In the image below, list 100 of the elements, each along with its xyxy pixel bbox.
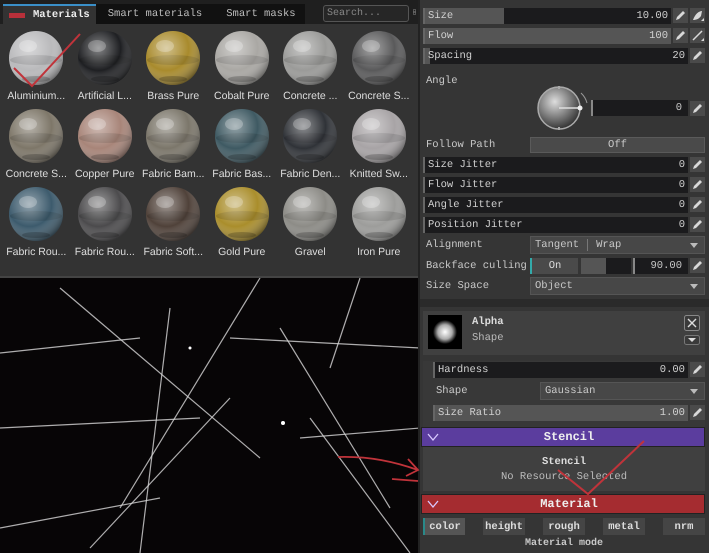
pen-icon[interactable] <box>690 48 705 63</box>
material-name[interactable]: Brass Pure <box>147 90 200 102</box>
field-label: Size Space <box>425 280 490 292</box>
slider-label: Position Jitter <box>428 218 523 230</box>
slider-fill[interactable] <box>425 8 504 24</box>
header-title: Stencil <box>542 430 596 444</box>
brush-icon[interactable] <box>690 8 705 23</box>
toggle-button[interactable]: Off <box>530 136 705 152</box>
material-name[interactable]: Concrete S... <box>6 168 67 180</box>
close-icon[interactable] <box>684 315 700 331</box>
pen-icon[interactable] <box>690 217 705 232</box>
field-label: Angle <box>425 74 459 87</box>
field-label: Follow Path <box>425 138 496 150</box>
chevron-icon <box>427 433 439 441</box>
material-name[interactable]: Knitted Sw... <box>350 168 408 180</box>
dropdown[interactable]: Object <box>530 277 705 295</box>
material-name[interactable]: Fabric Rou... <box>74 246 135 258</box>
material-name[interactable]: Concrete ... <box>283 90 338 102</box>
slider-value: 0 <box>678 158 685 170</box>
slider-label: Spacing <box>428 50 472 62</box>
alpha-thumbnail[interactable] <box>428 315 462 349</box>
tab[interactable]: Smart materials <box>96 4 214 24</box>
material-name[interactable]: Iron Pure <box>357 246 400 258</box>
material-name[interactable]: Fabric Rou... <box>6 246 66 258</box>
header-title: Material <box>539 497 599 511</box>
slider-label: Angle Jitter <box>428 198 504 210</box>
slider-value: 10.00 <box>636 10 668 22</box>
slider[interactable]: Spacing 20 <box>423 48 688 64</box>
slider[interactable]: Angle Jitter 0 <box>423 196 688 212</box>
slider[interactable]: Size 10.00 <box>423 8 671 24</box>
pen-icon[interactable] <box>690 100 705 116</box>
dropdown-value: Wrap <box>596 239 622 251</box>
slider-value: 20 <box>672 50 685 62</box>
channel-button[interactable]: metal <box>603 518 645 535</box>
slider-fill[interactable] <box>425 48 430 64</box>
material-name[interactable]: Concrete S... <box>348 90 410 102</box>
number-field[interactable]: 0 <box>591 100 688 116</box>
slider-value: 0.00 <box>660 364 685 376</box>
alpha-title: Alpha <box>472 316 505 328</box>
field-label: Shape <box>435 385 469 397</box>
section-header[interactable]: Material <box>421 494 705 514</box>
slider[interactable]: Hardness 0.00 <box>433 362 688 378</box>
pen-icon[interactable] <box>690 157 705 172</box>
channel-button[interactable]: color <box>423 518 465 535</box>
chevron-icon <box>427 500 439 508</box>
material-name[interactable]: Fabric Bam... <box>142 168 204 180</box>
material-name[interactable]: Fabric Bas... <box>212 168 272 180</box>
material-name[interactable]: Cobalt Pure <box>214 90 270 102</box>
slider-value: 1.00 <box>660 406 685 418</box>
section-header[interactable]: Stencil <box>421 427 705 447</box>
material-name[interactable]: Aluminium... <box>7 90 66 102</box>
stencil-title: Stencil <box>542 456 586 468</box>
pen-icon[interactable] <box>690 258 705 273</box>
tab[interactable]: Smart masks <box>214 4 308 24</box>
slider-label: Size Ratio <box>438 406 502 418</box>
slider-value: 0 <box>678 178 685 190</box>
material-name[interactable]: Gold Pure <box>218 246 266 258</box>
section-label: Material mode <box>524 538 604 549</box>
dropdown-icon[interactable] <box>684 335 700 345</box>
slider[interactable]: Size Jitter 0 <box>423 156 688 172</box>
tab[interactable]: Materials <box>3 4 96 24</box>
dropdown-value: Tangent <box>535 239 580 251</box>
slider-label: Size Jitter <box>428 158 498 170</box>
pen-icon[interactable] <box>690 197 705 212</box>
check-mark <box>13 33 81 88</box>
channel-button[interactable]: nrm <box>663 518 705 535</box>
caret-icon <box>690 388 698 394</box>
slider-value: 0 <box>678 198 685 210</box>
pen-icon[interactable] <box>690 362 705 377</box>
slider-label: Hardness <box>438 364 488 376</box>
search-field[interactable]: Search... <box>323 5 409 22</box>
field-label: Alignment <box>425 239 484 251</box>
material-name[interactable]: Fabric Soft... <box>143 246 204 258</box>
slider-label: Flow <box>428 30 454 42</box>
slider[interactable]: Flow 100 <box>423 28 671 44</box>
slider-fill[interactable] <box>581 258 606 274</box>
slider-value: 100 <box>649 30 668 42</box>
channel-button[interactable]: height <box>483 518 525 535</box>
material-name[interactable]: Fabric Den... <box>280 168 340 180</box>
slider[interactable]: Position Jitter 0 <box>423 216 688 232</box>
dropdown[interactable]: Gaussian <box>540 382 705 400</box>
dropdown-value: Gaussian <box>545 385 596 397</box>
pen-icon[interactable] <box>690 177 705 192</box>
caret-icon <box>690 242 698 248</box>
slider[interactable]: Size Ratio 1.00 <box>433 404 688 420</box>
line-icon[interactable] <box>690 28 705 43</box>
pen-icon[interactable] <box>690 405 705 420</box>
pen-icon[interactable] <box>673 8 688 23</box>
pen-icon[interactable] <box>673 28 688 43</box>
dropdown[interactable]: Tangent Wrap <box>530 236 705 254</box>
slider[interactable]: Flow Jitter 0 <box>423 176 688 192</box>
material-name[interactable]: Gravel <box>294 246 326 258</box>
slider-value: 0 <box>678 218 685 230</box>
material-name[interactable]: Artificial L... <box>78 90 132 102</box>
slider-label: Size <box>428 10 454 22</box>
channel-button[interactable]: rough <box>543 518 585 535</box>
number-field[interactable]: 90.00 <box>633 258 688 274</box>
toggle-button[interactable]: On <box>530 258 578 274</box>
slider[interactable] <box>581 258 631 274</box>
material-name[interactable]: Copper Pure <box>74 168 135 180</box>
